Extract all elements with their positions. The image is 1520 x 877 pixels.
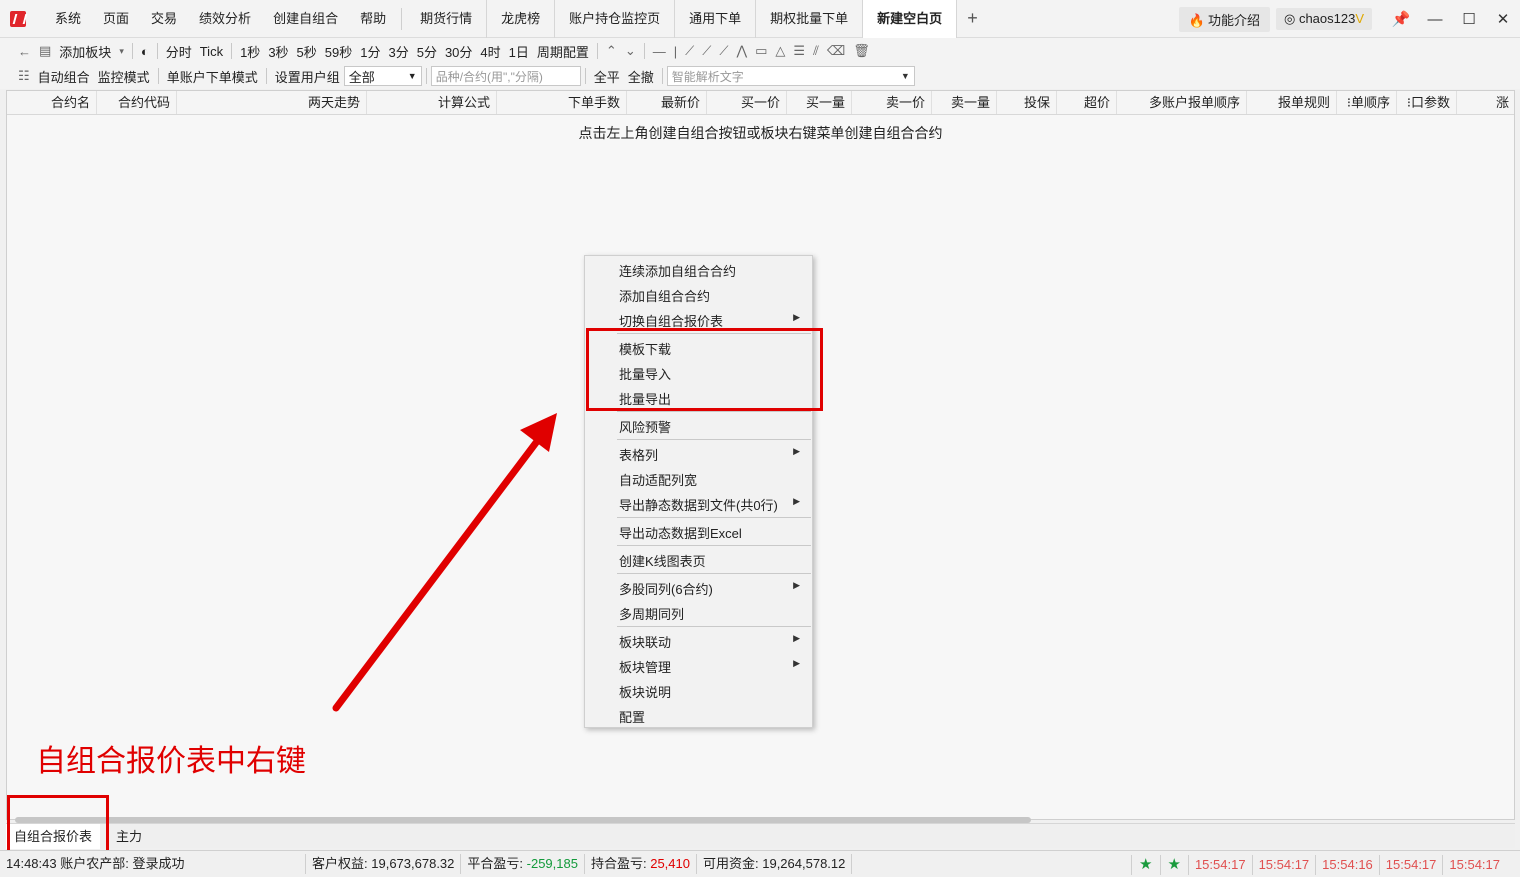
server-time: 15:54:17 (1378, 854, 1443, 875)
available-value: 19,264,578.12 (762, 856, 846, 871)
star-icon[interactable]: ★ (1159, 854, 1188, 875)
sheet-tabs: 自组合报价表 主力 (6, 823, 1515, 849)
close-pnl-label: 平合盈亏: (467, 856, 524, 871)
position-pnl-label: 持合盈亏: (590, 856, 647, 871)
close-pnl-status: 平合盈亏: -259,185 (461, 854, 585, 874)
equity-value: 19,673,678.32 (371, 856, 455, 871)
equity-status: 客户权益: 19,673,678.32 (306, 854, 462, 874)
status-bar: 14:48:43 账户农产部: 登录成功 客户权益: 19,673,678.32… (0, 850, 1520, 877)
login-status: 14:48:43 账户农产部: 登录成功 (0, 854, 306, 874)
position-pnl-value: 25,410 (650, 856, 690, 871)
close-pnl-value: -259,185 (526, 856, 578, 871)
annotation-text: 自组合报价表中右键 (36, 745, 306, 778)
status-right: ★ ★ 15:54:17 15:54:17 15:54:16 15:54:17 … (1131, 851, 1520, 877)
sheet-tab-main[interactable]: 主力 (108, 824, 150, 849)
equity-label: 客户权益: (312, 856, 368, 871)
available-funds-status: 可用资金: 19,264,578.12 (697, 854, 853, 874)
server-time: 15:54:17 (1442, 854, 1506, 875)
available-label: 可用资金: (702, 856, 759, 871)
star-icon[interactable]: ★ (1131, 854, 1159, 875)
server-time: 15:54:16 (1315, 854, 1379, 875)
server-time: 15:54:17 (1251, 854, 1316, 875)
annotation-tab-highlight-box (7, 795, 109, 857)
position-pnl-status: 持合盈亏: 25,410 (585, 854, 697, 874)
server-time: 15:54:17 (1187, 854, 1252, 875)
